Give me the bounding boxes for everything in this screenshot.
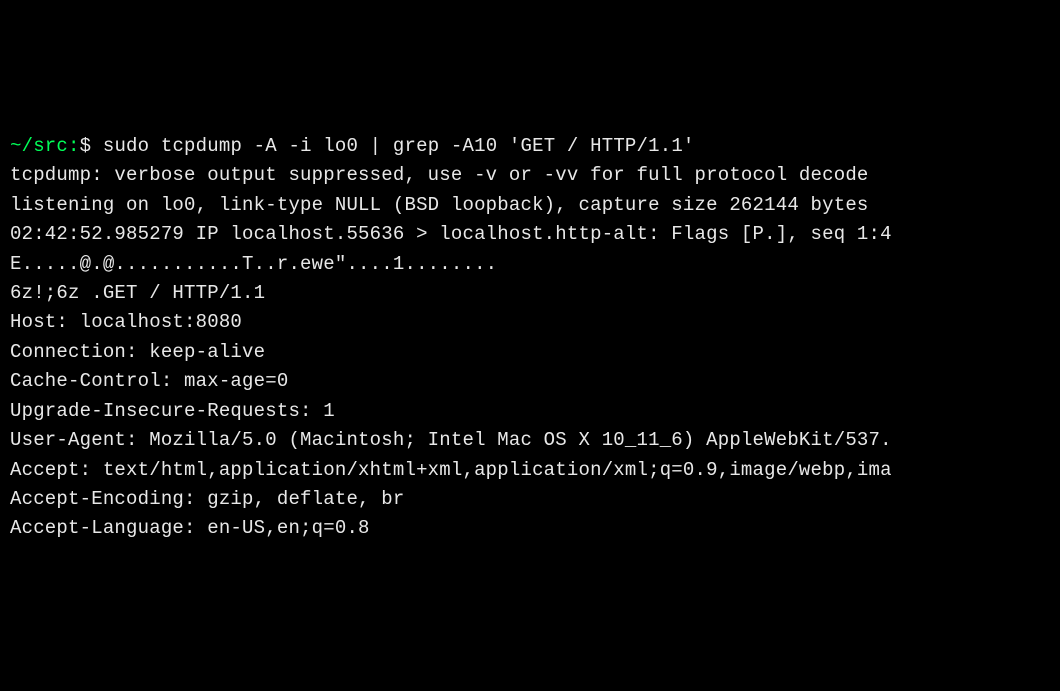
output-line: Connection: keep-alive — [10, 338, 1050, 367]
output-line: 6z!;6z .GET / HTTP/1.1 — [10, 279, 1050, 308]
prompt-dollar: $ — [80, 135, 92, 157]
output-line: tcpdump: verbose output suppressed, use … — [10, 161, 1050, 190]
prompt-line: ~/src:$ sudo tcpdump -A -i lo0 | grep -A… — [10, 132, 1050, 161]
output-line: Accept: text/html,application/xhtml+xml,… — [10, 456, 1050, 485]
terminal[interactable]: ~/src:$ sudo tcpdump -A -i lo0 | grep -A… — [10, 132, 1050, 544]
output-line: E.....@.@...........T..r.ewe"....1......… — [10, 250, 1050, 279]
output-line: Cache-Control: max-age=0 — [10, 367, 1050, 396]
output-line: Host: localhost:8080 — [10, 308, 1050, 337]
command-text — [91, 135, 103, 157]
output-line: Accept-Encoding: gzip, deflate, br — [10, 485, 1050, 514]
output-line: User-Agent: Mozilla/5.0 (Macintosh; Inte… — [10, 426, 1050, 455]
output-line: listening on lo0, link-type NULL (BSD lo… — [10, 191, 1050, 220]
prompt-path: ~/src: — [10, 135, 80, 157]
output-line: Upgrade-Insecure-Requests: 1 — [10, 397, 1050, 426]
output-line: 02:42:52.985279 IP localhost.55636 > loc… — [10, 220, 1050, 249]
command: sudo tcpdump -A -i lo0 | grep -A10 'GET … — [103, 135, 695, 157]
output-line: Accept-Language: en-US,en;q=0.8 — [10, 514, 1050, 543]
